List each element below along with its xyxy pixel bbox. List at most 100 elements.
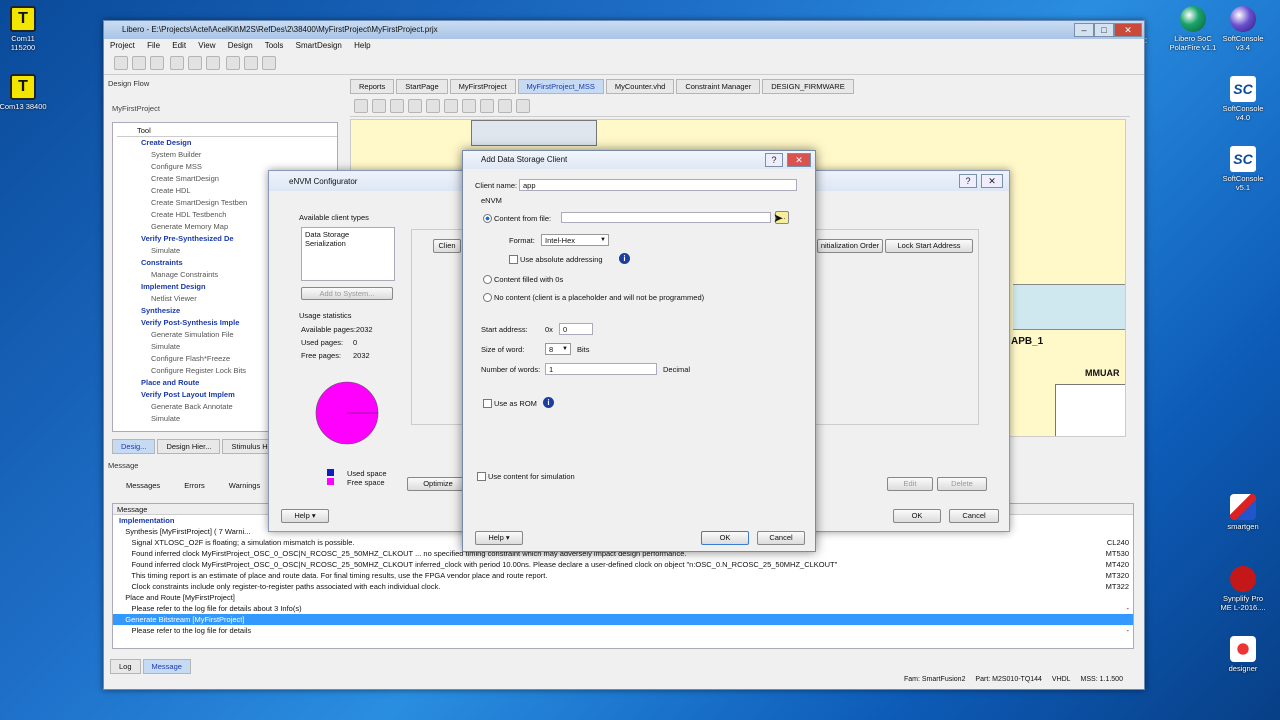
info-icon[interactable]: i — [619, 253, 630, 264]
zoom-out-icon[interactable] — [426, 99, 440, 113]
canvas-tool-icon[interactable] — [372, 99, 386, 113]
info-icon[interactable]: i — [543, 397, 554, 408]
redo-icon[interactable] — [188, 56, 203, 70]
rect-icon[interactable] — [516, 99, 530, 113]
desktop-icon-smartgen[interactable]: smartgen — [1208, 494, 1278, 531]
tab-constraint-manager[interactable]: Constraint Manager — [676, 79, 761, 94]
number-of-words-input[interactable]: 1 — [545, 363, 657, 375]
use-absolute-addressing-checkbox[interactable] — [509, 255, 518, 264]
menu-help[interactable]: Help — [354, 41, 370, 50]
menu-tools[interactable]: Tools — [265, 41, 284, 50]
maximize-button[interactable]: □ — [1094, 23, 1114, 37]
message-row[interactable]: Please refer to the log file for details… — [113, 603, 1133, 614]
new-icon[interactable] — [114, 56, 128, 70]
lock-start-address-header[interactable]: Lock Start Address — [885, 239, 973, 253]
envm-group-label: eNVM — [481, 196, 502, 205]
messages-filter[interactable]: Messages — [114, 481, 160, 490]
run-icon[interactable] — [226, 56, 241, 70]
print-icon[interactable] — [206, 56, 221, 70]
menu-view[interactable]: View — [198, 41, 215, 50]
tab-mycounter[interactable]: MyCounter.vhd — [605, 79, 675, 94]
add-to-system-button[interactable]: Add to System... — [301, 287, 393, 300]
tab-design-firmware[interactable]: DESIGN_FIRMWARE — [762, 79, 854, 94]
message-row[interactable]: Place and Route [MyFirstProject] — [113, 592, 1133, 603]
desktop-icon-com11[interactable]: T Com11 115200 — [0, 6, 58, 52]
use-content-simulation-checkbox[interactable] — [477, 472, 486, 481]
message-row[interactable]: Clock constraints include only register-… — [113, 581, 1133, 592]
dialog-cancel-button[interactable]: Cancel — [757, 531, 805, 545]
report-icon[interactable] — [244, 56, 259, 70]
message-row[interactable]: Found inferred clock MyFirstProject_OSC_… — [113, 559, 1133, 570]
canvas-tool-icon[interactable] — [390, 99, 404, 113]
desktop-icon-designer[interactable]: designer — [1208, 636, 1278, 673]
desktop-icon-synplify[interactable]: Synplify Pro ME L-2016.... — [1208, 566, 1278, 612]
close-button[interactable]: ✕ — [1114, 23, 1142, 37]
grid-icon[interactable] — [462, 99, 476, 113]
warnings-filter[interactable]: Warnings — [217, 481, 260, 490]
start-address-input[interactable]: 0 — [559, 323, 593, 335]
dialog-ok-button[interactable]: OK — [701, 531, 749, 545]
open-icon[interactable] — [132, 56, 146, 70]
errors-filter[interactable]: Errors — [172, 481, 204, 490]
undo-icon[interactable] — [170, 56, 185, 70]
tab-design-flow[interactable]: Desig... — [112, 439, 156, 454]
initialization-order-header[interactable]: nitialization Order — [817, 239, 883, 253]
flow-tree-item[interactable]: System Builder — [117, 149, 337, 161]
no-content-radio[interactable] — [483, 293, 492, 302]
desktop-icon-softconsole-34[interactable]: SoftConsole v3.4 — [1208, 6, 1278, 52]
menu-file[interactable]: File — [147, 41, 160, 50]
dialog-help-button[interactable]: Help ▾ — [475, 531, 523, 545]
message-row[interactable]: Generate Bitstream [MyFirstProject] — [113, 614, 1133, 625]
edit-button[interactable]: Edit — [887, 477, 933, 491]
tab-reports[interactable]: Reports — [350, 79, 395, 94]
optimize-button[interactable]: Optimize — [407, 477, 469, 491]
menu-project[interactable]: Project — [110, 41, 135, 50]
delete-button[interactable]: Delete — [937, 477, 987, 491]
desktop-icon-softconsole-40[interactable]: SC SoftConsole v4.0 — [1208, 76, 1278, 122]
tab-myfirstproject[interactable]: MyFirstProject — [449, 79, 516, 94]
menu-smartdesign[interactable]: SmartDesign — [296, 41, 342, 50]
line-icon[interactable] — [498, 99, 512, 113]
tab-startpage[interactable]: StartPage — [396, 79, 448, 94]
client-type-serialization[interactable]: Serialization — [305, 239, 391, 248]
client-column-header[interactable]: Clien — [433, 239, 461, 253]
envm-help-icon[interactable]: ? — [959, 174, 977, 188]
desktop-icon-softconsole-51[interactable]: SC SoftConsole v5.1 — [1208, 146, 1278, 192]
menu-design[interactable]: Design — [228, 41, 253, 50]
content-zeros-radio[interactable] — [483, 275, 492, 284]
menu-edit[interactable]: Edit — [172, 41, 186, 50]
softconsole-icon: SC — [1230, 76, 1256, 102]
client-type-data-storage[interactable]: Data Storage — [305, 230, 391, 239]
message-row[interactable]: Please refer to the log file for details… — [113, 625, 1133, 636]
envm-ok-button[interactable]: OK — [893, 509, 941, 523]
tab-message[interactable]: Message — [142, 659, 191, 674]
tab-design-hierarchy[interactable]: Design Hier... — [157, 439, 221, 454]
flow-tree-item[interactable]: Create Design — [117, 137, 337, 149]
client-name-input[interactable]: app — [519, 179, 797, 191]
envm-help-button[interactable]: Help ▾ — [281, 509, 329, 523]
format-select[interactable]: Intel-Hex — [541, 234, 609, 246]
desktop-icon-com13[interactable]: T Com13 38400 — [0, 74, 58, 111]
dialog-help-icon[interactable]: ? — [765, 153, 783, 167]
word-size-select[interactable]: 8 — [545, 343, 571, 355]
available-pages: Available pages:2032 — [301, 325, 373, 334]
zoom-in-icon[interactable] — [408, 99, 422, 113]
save-icon[interactable] — [150, 56, 164, 70]
use-as-rom-checkbox[interactable] — [483, 399, 492, 408]
tab-myfirstproject-mss[interactable]: MyFirstProject_MSS — [517, 79, 604, 94]
content-file-path-input[interactable] — [561, 212, 771, 223]
message-row[interactable]: This timing report is an estimate of pla… — [113, 570, 1133, 581]
fit-icon[interactable] — [444, 99, 458, 113]
canvas-tool-icon[interactable] — [354, 99, 368, 113]
envm-close-button[interactable]: ✕ — [981, 174, 1003, 188]
tab-log[interactable]: Log — [110, 659, 141, 674]
message-text: Generate Bitstream [MyFirstProject] — [119, 615, 245, 624]
envm-cancel-button[interactable]: Cancel — [949, 509, 999, 523]
text-icon[interactable] — [480, 99, 494, 113]
content-zeros-label: Content filled with 0s — [494, 275, 564, 284]
export-icon[interactable] — [262, 56, 277, 70]
minimize-button[interactable]: – — [1074, 23, 1094, 37]
dialog-help-label: Help — [488, 533, 504, 542]
dialog-close-button[interactable]: ✕ — [787, 153, 811, 167]
content-from-file-radio[interactable] — [483, 214, 492, 223]
